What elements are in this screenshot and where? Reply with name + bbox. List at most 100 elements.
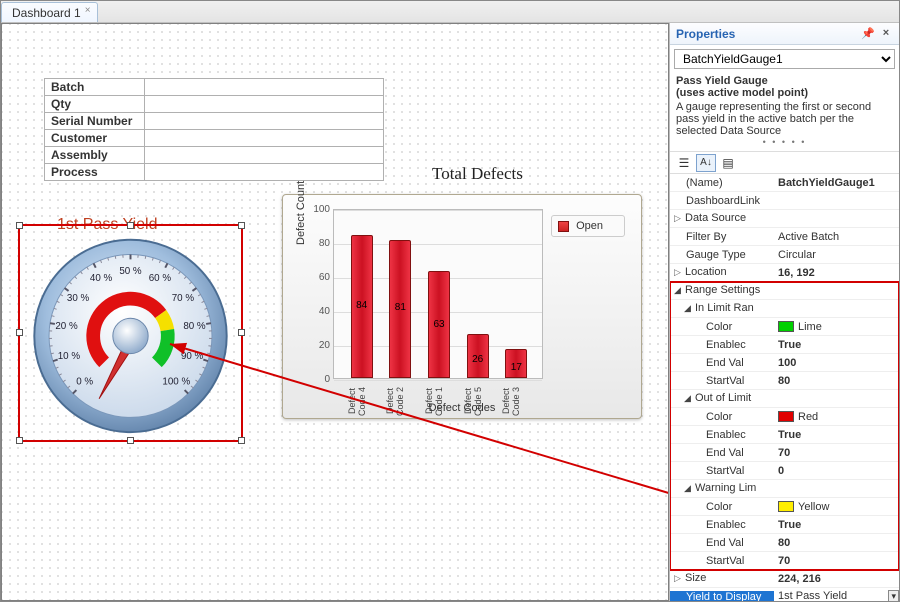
- expand-toggle-icon[interactable]: [682, 484, 693, 495]
- properties-toolbar: ☰ A↓ ▤: [670, 152, 899, 174]
- svg-text:90 %: 90 %: [181, 351, 204, 362]
- resize-handle-ne[interactable]: [238, 222, 245, 229]
- svg-text:40 %: 40 %: [90, 273, 113, 284]
- bar: 63: [428, 271, 450, 378]
- prop-gaugetype-val[interactable]: Circular: [774, 249, 899, 261]
- properties-description: Pass Yield Gauge (uses active model poin…: [670, 73, 899, 152]
- expand-toggle-icon[interactable]: [672, 268, 683, 279]
- resize-handle-s[interactable]: [127, 437, 134, 444]
- range-settings-highlight: Range Settings In Limit Ran ColorLime En…: [670, 282, 899, 570]
- category-label: Defect Code 4: [347, 382, 377, 420]
- info-table[interactable]: Batch Qty Serial Number Customer Assembl…: [44, 78, 384, 181]
- prop-inlimit-color-val[interactable]: Lime: [774, 321, 899, 333]
- prop-inlimit-start-val[interactable]: 80: [774, 375, 899, 387]
- y-tick-label: 100: [308, 204, 330, 215]
- bar-value-label: 26: [468, 354, 488, 365]
- chart-legend: Open: [551, 215, 625, 237]
- y-tick-label: 20: [308, 340, 330, 351]
- tab-close-icon[interactable]: ×: [82, 6, 94, 18]
- prop-outlimit-start-key: StartVal: [706, 465, 744, 477]
- properties-title: Properties: [676, 27, 735, 41]
- categorized-view-button[interactable]: ☰: [674, 154, 694, 172]
- resize-handle-n[interactable]: [127, 222, 134, 229]
- info-row-assembly: Assembly: [45, 147, 145, 164]
- expand-toggle-icon[interactable]: [672, 574, 683, 585]
- prop-outlimit-key: Out of Limit: [695, 392, 751, 404]
- resize-handle-se[interactable]: [238, 437, 245, 444]
- svg-text:50 %: 50 %: [119, 266, 142, 277]
- prop-warn-color-val[interactable]: Yellow: [774, 501, 899, 513]
- svg-text:100 %: 100 %: [162, 377, 190, 388]
- dropdown-icon[interactable]: ▾: [888, 590, 899, 601]
- gauge-svg: 0 %10 %20 %30 %40 %50 %60 %70 %80 %90 %1…: [20, 226, 241, 440]
- chart-widget[interactable]: Defect Count 02040608010084Defect Code 4…: [282, 194, 642, 419]
- properties-grid[interactable]: (Name)BatchYieldGauge1 DashboardLink Dat…: [670, 174, 899, 601]
- color-swatch-icon: [778, 501, 794, 512]
- expand-toggle-icon[interactable]: [672, 214, 683, 225]
- expand-collapse-icon[interactable]: • • • • •: [676, 137, 893, 147]
- prop-outlimit-enabled-val[interactable]: True: [774, 429, 899, 441]
- svg-text:20 %: 20 %: [55, 321, 78, 332]
- prop-size-key: Size: [685, 572, 706, 584]
- y-tick-label: 40: [308, 306, 330, 317]
- prop-inlimit-end-key: End Val: [706, 357, 744, 369]
- prop-name-key: (Name): [686, 177, 723, 189]
- pin-icon[interactable]: 📌: [861, 27, 875, 41]
- prop-warn-start-val[interactable]: 70: [774, 555, 899, 567]
- object-select[interactable]: BatchYieldGauge1: [674, 49, 895, 69]
- property-pages-button[interactable]: ▤: [718, 154, 738, 172]
- tab-label: Dashboard 1: [12, 6, 81, 20]
- svg-text:30 %: 30 %: [67, 293, 90, 304]
- prop-inlimit-enabled-val[interactable]: True: [774, 339, 899, 351]
- prop-outlimit-color-val[interactable]: Red: [774, 411, 899, 423]
- category-label: Defect Code 2: [385, 382, 415, 420]
- info-row-batch: Batch: [45, 79, 145, 96]
- resize-handle-sw[interactable]: [16, 437, 23, 444]
- prop-warn-end-val[interactable]: 80: [774, 537, 899, 549]
- prop-location-key: Location: [685, 266, 727, 278]
- expand-toggle-icon[interactable]: [682, 394, 693, 405]
- info-row-process: Process: [45, 164, 145, 181]
- alphabetical-view-button[interactable]: A↓: [696, 154, 716, 172]
- resize-handle-w[interactable]: [16, 329, 23, 336]
- info-row-serialnumber: Serial Number: [45, 113, 145, 130]
- y-tick-label: 80: [308, 238, 330, 249]
- resize-handle-nw[interactable]: [16, 222, 23, 229]
- bar-value-label: 17: [506, 362, 526, 373]
- prop-warn-color-key: Color: [706, 501, 732, 513]
- prop-yield-key: Yield to Display: [686, 591, 761, 602]
- gauge-widget[interactable]: 0 %10 %20 %30 %40 %50 %60 %70 %80 %90 %1…: [18, 224, 243, 442]
- y-tick-label: 0: [308, 374, 330, 385]
- prop-filterby-val[interactable]: Active Batch: [774, 231, 899, 243]
- close-icon[interactable]: ×: [879, 27, 893, 41]
- prop-inlimit-key: In Limit Ran: [695, 302, 754, 314]
- prop-inlimit-start-key: StartVal: [706, 375, 744, 387]
- bar: 84: [351, 235, 373, 378]
- chart-xlabel: Defect Codes: [283, 402, 641, 414]
- category-label: Defect Code 5: [463, 382, 493, 420]
- prop-location-val[interactable]: 16, 192: [774, 267, 899, 279]
- prop-outlimit-end-val[interactable]: 70: [774, 447, 899, 459]
- tab-dashboard1[interactable]: Dashboard 1 ×: [1, 2, 98, 22]
- expand-toggle-icon[interactable]: [682, 304, 693, 315]
- prop-warn-enabled-val[interactable]: True: [774, 519, 899, 531]
- info-row-customer: Customer: [45, 130, 145, 147]
- legend-label: Open: [576, 220, 603, 232]
- category-label: Defect Code 1: [424, 382, 454, 420]
- bar: 17: [505, 349, 527, 378]
- svg-text:80 %: 80 %: [183, 321, 206, 332]
- expand-toggle-icon[interactable]: [672, 286, 683, 297]
- design-canvas[interactable]: Batch Qty Serial Number Customer Assembl…: [1, 23, 669, 601]
- prop-yield-val[interactable]: 1st Pass Yield▾: [774, 590, 899, 601]
- resize-handle-e[interactable]: [238, 329, 245, 336]
- type-label: Pass Yield Gauge: [676, 75, 893, 87]
- prop-size-val[interactable]: 224, 216: [774, 573, 899, 585]
- prop-inlimit-end-val[interactable]: 100: [774, 357, 899, 369]
- prop-warn-enabled-key: Enablec: [706, 519, 746, 531]
- prop-name-val[interactable]: BatchYieldGauge1: [774, 177, 899, 189]
- legend-swatch-icon: [558, 221, 569, 232]
- bar-value-label: 84: [352, 300, 372, 311]
- prop-inlimit-color-key: Color: [706, 321, 732, 333]
- chart-title: Total Defects: [432, 164, 523, 184]
- prop-outlimit-start-val[interactable]: 0: [774, 465, 899, 477]
